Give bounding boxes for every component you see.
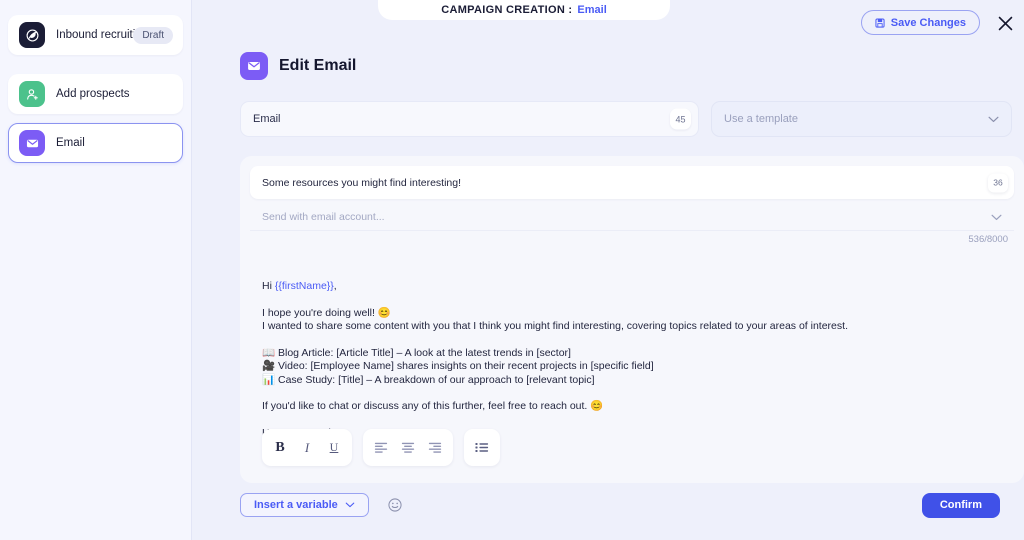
page-title: Edit Email — [279, 57, 357, 74]
add-person-icon — [19, 81, 45, 107]
sidebar-item-add-prospects[interactable]: Add prospects — [8, 74, 183, 114]
align-left-icon[interactable] — [369, 435, 393, 460]
email-name-counter: 45 — [670, 108, 691, 130]
formatting-toolbar: B I U — [262, 429, 500, 466]
sidebar-item-label: Email — [56, 137, 85, 149]
insert-variable-button[interactable]: Insert a variable — [240, 493, 369, 517]
chevron-down-icon — [988, 110, 999, 128]
insert-variable-label: Insert a variable — [254, 499, 338, 511]
body-bullet-video: 🎥 Video: [Employee Name] shares insights… — [262, 360, 654, 372]
breadcrumb-label: CAMPAIGN CREATION : — [441, 4, 573, 16]
alignment-group — [363, 429, 453, 466]
leaf-icon — [19, 22, 45, 48]
body-line-chat: If you'd like to chat or discuss any of … — [262, 400, 604, 412]
chevron-down-icon — [345, 499, 355, 511]
italic-button[interactable]: I — [295, 435, 319, 460]
bold-button[interactable]: B — [268, 435, 292, 460]
breadcrumb-current: Email — [577, 4, 607, 16]
greeting-variable: {{firstName}} — [274, 280, 334, 292]
sidebar-item-email[interactable]: Email — [8, 123, 183, 163]
greeting-prefix: Hi — [262, 280, 275, 292]
underline-button[interactable]: U — [322, 435, 346, 460]
page-header: Edit Email — [240, 52, 1000, 80]
main-content: Edit Email Email 45 Use a template Some … — [192, 46, 1024, 540]
status-badge: Draft — [133, 26, 173, 44]
app-root: CAMPAIGN CREATION : Email Save Changes I… — [0, 0, 1024, 540]
sidebar: Inbound recruiting Draft Add prospects E… — [0, 0, 192, 540]
bullet-list-icon[interactable] — [470, 435, 494, 460]
close-icon[interactable] — [994, 12, 1016, 34]
subject-input[interactable]: Some resources you might find interestin… — [250, 166, 1014, 199]
email-name-value: Email — [253, 113, 281, 125]
sender-account-select[interactable]: Send with email account... — [250, 203, 1014, 231]
align-center-icon[interactable] — [396, 435, 420, 460]
sender-account-placeholder: Send with email account... — [262, 210, 385, 223]
email-body-editor[interactable]: Hi {{firstName}}, I hope you're doing we… — [262, 280, 984, 454]
list-group — [464, 429, 500, 466]
smiley-icon[interactable] — [386, 496, 404, 514]
text-style-group: B I U — [262, 429, 352, 466]
greeting-suffix: , — [333, 280, 337, 292]
sidebar-item-label: Add prospects — [56, 88, 130, 100]
chevron-down-icon — [991, 208, 1002, 226]
email-name-input[interactable]: Email 45 — [240, 101, 699, 137]
envelope-icon — [19, 130, 45, 156]
body-greeting: Hi {{firstName}}, — [262, 280, 984, 294]
envelope-icon — [240, 52, 268, 80]
subject-counter: 36 — [988, 173, 1008, 192]
body-bullet-blog: 📖 Blog Article: [Article Title] – A look… — [262, 346, 571, 359]
save-changes-label: Save Changes — [890, 16, 966, 29]
save-changes-button[interactable]: Save Changes — [860, 10, 980, 35]
body-line-intro: I wanted to share some content with you … — [262, 320, 848, 332]
breadcrumb: CAMPAIGN CREATION : Email — [378, 0, 670, 20]
body-line-hope: I hope you're doing well! 😊 — [262, 306, 391, 319]
sidebar-item-inbound-recruiting[interactable]: Inbound recruiting Draft — [8, 15, 183, 55]
template-select-placeholder: Use a template — [724, 113, 798, 125]
email-editor-card: Some resources you might find interestin… — [240, 156, 1024, 483]
character-counter: 536/8000 — [968, 234, 1008, 245]
body-bullet-case: 📊 Case Study: [Title] – A breakdown of o… — [262, 373, 595, 386]
field-row: Email 45 Use a template — [240, 101, 1012, 137]
confirm-button[interactable]: Confirm — [921, 492, 1000, 518]
floppy-disk-icon — [875, 17, 885, 28]
align-right-icon[interactable] — [423, 435, 447, 460]
template-select[interactable]: Use a template — [711, 101, 1012, 137]
subject-value: Some resources you might find interestin… — [262, 176, 462, 189]
editor-footer: Insert a variable Confirm — [240, 492, 1000, 518]
